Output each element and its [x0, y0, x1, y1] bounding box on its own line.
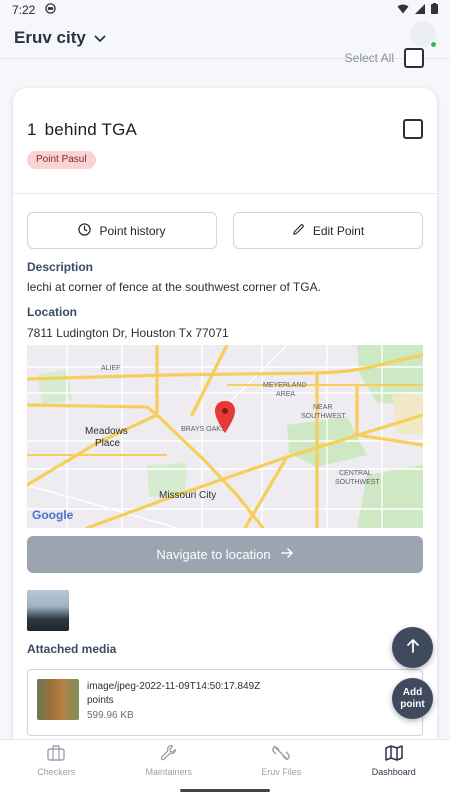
nav-item-checkers[interactable]: Checkers	[0, 740, 113, 781]
point-title: 1 behind TGA	[27, 120, 137, 140]
map-label-near: NEAR	[313, 404, 332, 411]
unlink-icon	[272, 745, 291, 763]
clock-icon	[78, 222, 92, 239]
map-icon	[385, 744, 403, 763]
arrow-up-icon	[406, 638, 420, 658]
media-thumbnail[interactable]	[27, 590, 69, 631]
add-point-label-line1: Add	[402, 686, 423, 698]
map-label-alief: ALIEF	[101, 365, 120, 372]
address-text: 7811 Ludington Dr, Houston Tx 77071	[27, 326, 229, 340]
point-history-button[interactable]: Point history	[27, 212, 217, 249]
map-label-area: AREA	[276, 391, 295, 398]
add-point-label-line2: point	[400, 698, 425, 710]
wrench-icon	[160, 744, 177, 763]
home-indicator[interactable]	[180, 789, 270, 792]
point-checkbox[interactable]	[403, 119, 423, 139]
status-bar: 7:22	[0, 0, 450, 20]
map-label-central-southwest: SOUTHWEST	[335, 479, 380, 486]
briefcase-icon	[47, 744, 65, 763]
map-label-southwest: SOUTHWEST	[301, 413, 346, 420]
map-label-central: CENTRAL	[339, 470, 372, 477]
arrow-right-icon	[280, 547, 294, 562]
edit-point-label: Edit Point	[312, 223, 365, 238]
add-point-button[interactable]: Add point	[392, 678, 433, 719]
media-item-thumbnail	[37, 679, 79, 720]
scroll-to-top-button[interactable]	[392, 627, 433, 668]
media-item[interactable]: image/jpeg-2022-11-09T14:50:17.849Z poin…	[27, 669, 423, 736]
city-selector-label[interactable]: Eruv city	[14, 28, 86, 48]
chevron-down-icon[interactable]	[94, 30, 106, 48]
map-label-brays-oaks: BRAYS OAKS	[181, 426, 226, 433]
gesture-bar	[0, 781, 450, 800]
select-all-label: Select All	[344, 51, 394, 65]
nav-item-maintainers[interactable]: Maintainers	[113, 740, 226, 781]
point-card: 1 behind TGA Point Pasul Point history Ed…	[13, 88, 437, 800]
map-label-meadows: Meadows	[85, 426, 128, 437]
point-history-label: Point history	[99, 223, 166, 238]
nav-label-checkers: Checkers	[37, 766, 76, 777]
app-notification-icon	[45, 3, 57, 17]
nav-item-dashboard[interactable]: Dashboard	[338, 740, 450, 781]
description-text: lechi at corner of fence at the southwes…	[27, 280, 321, 294]
description-label: Description	[27, 260, 94, 274]
media-subtitle: points	[87, 695, 114, 706]
select-all-checkbox[interactable]	[404, 48, 424, 68]
signal-icon	[415, 3, 425, 17]
edit-point-button[interactable]: Edit Point	[233, 212, 423, 249]
point-name: behind TGA	[44, 120, 138, 139]
nav-label-maintainers: Maintainers	[145, 767, 193, 777]
attached-media-label: Attached media	[27, 642, 117, 656]
point-number: 1	[27, 120, 37, 139]
navigate-label: Navigate to location	[156, 547, 271, 562]
map-label-meyerland: MEYERLAND	[263, 382, 307, 389]
avatar[interactable]	[410, 21, 437, 48]
navigate-button[interactable]: Navigate to location	[27, 536, 423, 573]
media-size: 599.96 KB	[87, 710, 134, 721]
google-logo: Google	[32, 508, 74, 522]
status-time: 7:22	[12, 3, 36, 17]
media-filename: image/jpeg-2022-11-09T14:50:17.849Z	[87, 681, 261, 692]
card-divider	[13, 193, 437, 194]
select-all: Select All	[345, 48, 424, 68]
battery-icon	[431, 3, 438, 17]
nav-label-eruv-files: Eruv Files	[261, 766, 302, 777]
bottom-navigation: Checkers Maintainers Eruv Files Dashboar…	[0, 739, 450, 781]
map-label-missouri-city: Missouri City	[159, 490, 216, 501]
status-badge: Point Pasul	[27, 151, 96, 169]
location-label: Location	[27, 305, 77, 319]
screen: 7:22 Eruv city Select All 1 behind TGA P…	[0, 0, 450, 800]
online-status-dot	[430, 41, 437, 48]
nav-label-dashboard: Dashboard	[371, 766, 416, 777]
nav-item-eruv-files[interactable]: Eruv Files	[225, 740, 338, 781]
pencil-icon	[292, 223, 305, 239]
location-map[interactable]: ALIEF MEYERLAND AREA Meadows Place BRAYS…	[27, 345, 423, 528]
map-label-place: Place	[95, 438, 120, 449]
wifi-icon	[397, 3, 409, 17]
